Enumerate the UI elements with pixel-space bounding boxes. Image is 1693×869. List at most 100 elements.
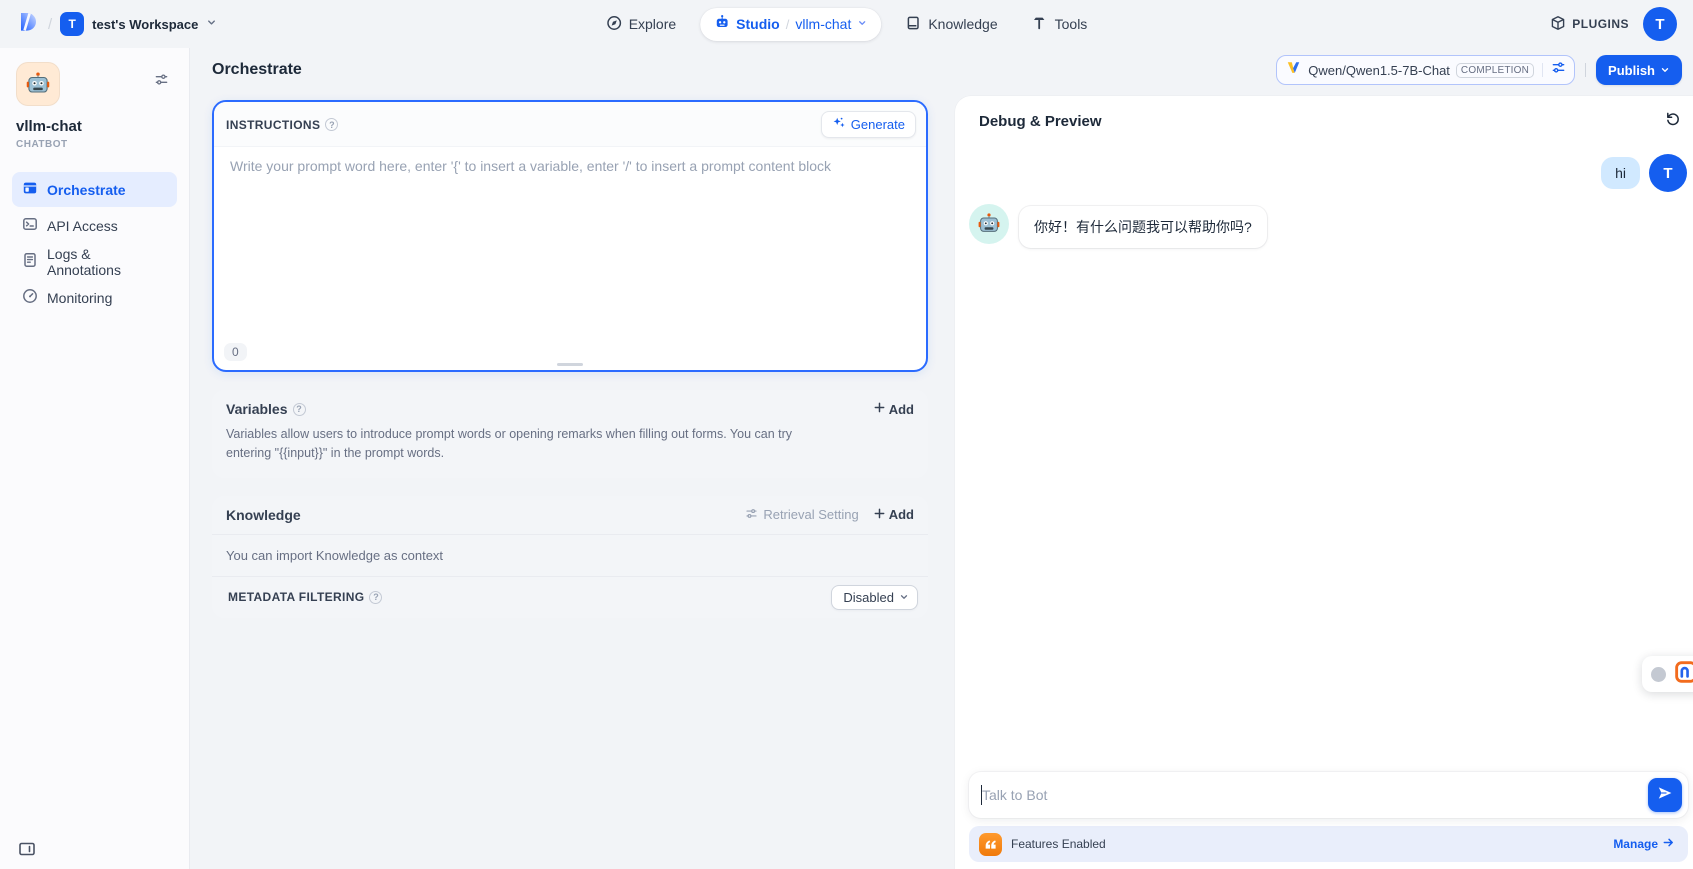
- instructions-card: INSTRUCTIONS Generate Write your prompt …: [212, 100, 928, 372]
- workspace-name[interactable]: test's Workspace: [92, 17, 198, 32]
- send-button[interactable]: [1648, 778, 1682, 812]
- sidebar-item-label: Monitoring: [47, 290, 112, 306]
- publish-label: Publish: [1608, 63, 1655, 78]
- pill-divider: /: [786, 17, 790, 32]
- metadata-filtering-select[interactable]: Disabled: [831, 585, 918, 610]
- header-divider: [1585, 63, 1586, 77]
- knowledge-description: You can import Knowledge as context: [212, 534, 928, 576]
- chat-footer: Features Enabled Manage: [969, 772, 1688, 862]
- nav-studio-label: Studio: [736, 16, 780, 32]
- knowledge-card: Knowledge Retrieval Setting Add You can …: [212, 496, 928, 618]
- page-title: Orchestrate: [212, 61, 302, 79]
- chevron-down-icon: [1660, 63, 1670, 78]
- hammer-icon: [1032, 15, 1048, 34]
- metadata-filtering-title: METADATA FILTERING: [228, 590, 364, 604]
- paper-plane-icon: [1657, 785, 1673, 806]
- sidebar-item-api-access[interactable]: API Access: [12, 208, 177, 243]
- nav-tools[interactable]: Tools: [1022, 9, 1098, 40]
- add-knowledge-label: Add: [889, 507, 914, 522]
- sidebar-menu: Orchestrate API Access Logs & Annotation…: [0, 172, 189, 315]
- publish-button[interactable]: Publish: [1596, 55, 1682, 85]
- nav-tools-label: Tools: [1055, 16, 1088, 32]
- generate-button[interactable]: Generate: [821, 111, 916, 138]
- char-count-badge: 0: [224, 343, 247, 361]
- chat-input-wrap: [969, 772, 1688, 818]
- add-knowledge-button[interactable]: Add: [873, 507, 914, 523]
- features-bar: Features Enabled Manage: [969, 826, 1688, 862]
- add-variable-button[interactable]: Add: [873, 401, 914, 417]
- app-icon[interactable]: [16, 62, 60, 106]
- pill-separator: [1542, 63, 1543, 77]
- variables-description: Variables allow users to introduce promp…: [212, 423, 852, 478]
- extension-floating-pill[interactable]: [1642, 656, 1693, 692]
- extension-dot-icon[interactable]: [1651, 667, 1666, 682]
- metadata-filtering-row: METADATA FILTERING Disabled: [212, 576, 928, 618]
- dify-logo[interactable]: [16, 10, 40, 39]
- resize-handle[interactable]: [557, 363, 583, 366]
- app-settings-icon[interactable]: [154, 72, 169, 92]
- chevron-down-icon[interactable]: [857, 15, 867, 33]
- help-icon[interactable]: [325, 118, 338, 131]
- instructions-title: INSTRUCTIONS: [226, 118, 320, 132]
- user-avatar[interactable]: T: [1643, 7, 1677, 41]
- document-list-icon: [22, 252, 38, 271]
- package-icon: [1550, 15, 1566, 34]
- sparkles-icon: [832, 116, 846, 133]
- app-name: vllm-chat: [16, 118, 173, 135]
- sidebar-item-label: API Access: [47, 218, 118, 234]
- model-params-icon[interactable]: [1551, 60, 1566, 80]
- help-icon[interactable]: [293, 403, 306, 416]
- features-label: Features Enabled: [1011, 837, 1106, 851]
- help-icon[interactable]: [369, 591, 382, 604]
- user-chat-avatar: T: [1649, 154, 1687, 192]
- retrieval-setting-button[interactable]: Retrieval Setting: [745, 507, 858, 523]
- model-selector[interactable]: Qwen/Qwen1.5-7B-Chat COMPLETION: [1276, 55, 1575, 85]
- plugins-button[interactable]: PLUGINS: [1550, 15, 1629, 34]
- terminal-icon: [22, 216, 38, 235]
- book-icon: [905, 15, 921, 34]
- chat-message-bot: 你好！有什么问题我可以帮助你吗?: [969, 204, 1687, 248]
- top-navigation-bar: / T test's Workspace Explore Studio: [0, 0, 1693, 48]
- retrieval-setting-label: Retrieval Setting: [763, 507, 858, 522]
- sidebar-item-logs-annotations[interactable]: Logs & Annotations: [12, 244, 177, 279]
- variables-title: Variables: [226, 401, 288, 417]
- prompt-placeholder: Write your prompt word here, enter '{' t…: [230, 158, 831, 174]
- chat-input[interactable]: [969, 772, 1688, 818]
- sidebar-item-monitoring[interactable]: Monitoring: [12, 280, 177, 315]
- nav-knowledge[interactable]: Knowledge: [895, 9, 1007, 40]
- prompt-editor[interactable]: Write your prompt word here, enter '{' t…: [214, 147, 926, 185]
- chat-area: hi T 你好！有什么问题我可以帮助你吗?: [969, 140, 1687, 737]
- orchestrate-pane: INSTRUCTIONS Generate Write your prompt …: [190, 96, 955, 869]
- add-variable-label: Add: [889, 402, 914, 417]
- extension-logo-icon[interactable]: [1675, 661, 1693, 688]
- chevron-down-icon: [899, 590, 909, 605]
- bot-chat-avatar: [969, 204, 1009, 244]
- sidebar-item-orchestrate[interactable]: Orchestrate: [12, 172, 177, 207]
- robot-icon: [714, 14, 730, 35]
- chevron-down-icon[interactable]: [206, 15, 217, 33]
- orchestrate-icon: [22, 180, 38, 199]
- app-sidebar: vllm-chat CHATBOT Orchestrate API Access…: [0, 48, 190, 869]
- manage-label: Manage: [1613, 837, 1658, 851]
- nav-studio-active[interactable]: Studio / vllm-chat: [700, 8, 881, 41]
- retrieval-setting-icon: [745, 507, 758, 523]
- model-name: Qwen/Qwen1.5-7B-Chat: [1308, 63, 1450, 78]
- arrow-right-icon: [1662, 836, 1675, 852]
- workspace-avatar[interactable]: T: [60, 12, 84, 36]
- bot-message-bubble: 你好！有什么问题我可以帮助你吗?: [1019, 206, 1267, 248]
- manage-features-link[interactable]: Manage: [1613, 836, 1675, 852]
- metadata-filtering-value: Disabled: [843, 590, 894, 605]
- nav-explore-label: Explore: [629, 16, 676, 32]
- breadcrumb-divider: /: [48, 16, 52, 33]
- nav-explore[interactable]: Explore: [596, 9, 686, 40]
- variables-card: Variables Add Variables allow users to i…: [212, 390, 928, 478]
- collapse-sidebar-icon[interactable]: [18, 840, 36, 863]
- app-type-label: CHATBOT: [16, 139, 173, 150]
- nav-knowledge-label: Knowledge: [928, 16, 997, 32]
- restart-conversation-icon[interactable]: [1661, 107, 1685, 136]
- user-message-bubble: hi: [1601, 157, 1640, 189]
- model-mode-badge: COMPLETION: [1456, 63, 1534, 78]
- nav-current-app[interactable]: vllm-chat: [795, 16, 851, 32]
- text-caret: [981, 785, 982, 805]
- sidebar-item-label: Logs & Annotations: [47, 246, 167, 278]
